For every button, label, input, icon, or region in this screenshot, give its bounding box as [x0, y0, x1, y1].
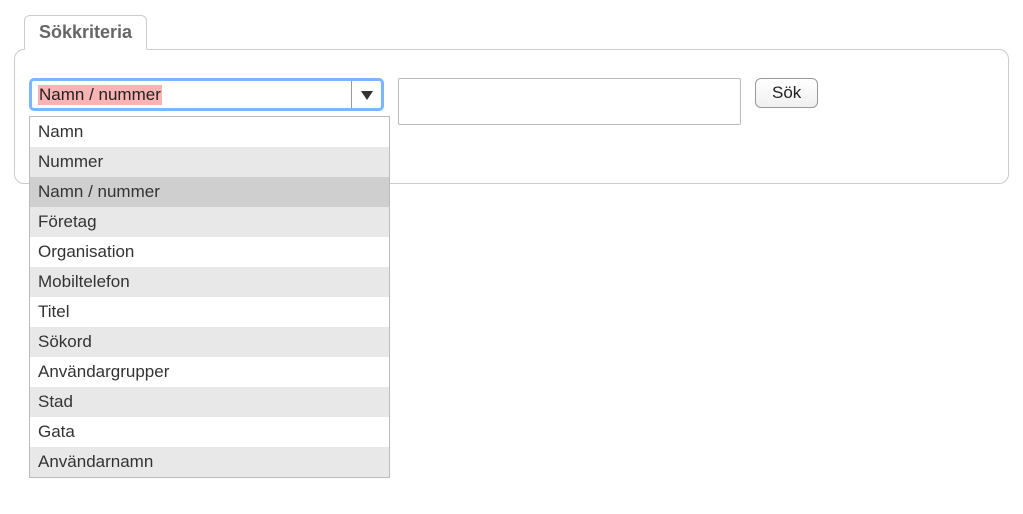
search-button[interactable]: Sök	[755, 78, 818, 108]
dropdown-item[interactable]: Företag	[30, 207, 389, 237]
tab-strip: Sökkriteria Namn / nummer Namn Numme	[14, 14, 1009, 184]
dropdown-item[interactable]: Organisation	[30, 237, 389, 267]
criteria-combo-value: Namn / nummer	[38, 85, 162, 105]
dropdown-item[interactable]: Mobiltelefon	[30, 267, 389, 297]
search-criteria-panel: Namn / nummer Namn Nummer Namn / nummer …	[14, 49, 1009, 184]
search-row: Namn / nummer Namn Nummer Namn / nummer …	[29, 78, 994, 125]
criteria-combo-input[interactable]: Namn / nummer	[29, 78, 384, 111]
dropdown-item[interactable]: Gata	[30, 417, 389, 447]
tab-label: Sökkriteria	[39, 22, 132, 42]
dropdown-item[interactable]: Användargrupper	[30, 357, 389, 387]
criteria-combo-trigger[interactable]	[351, 81, 381, 108]
tab-search-criteria[interactable]: Sökkriteria	[24, 15, 147, 50]
search-text-input[interactable]	[398, 78, 741, 125]
criteria-dropdown[interactable]: Namn Nummer Namn / nummer Företag Organi…	[29, 116, 390, 478]
dropdown-item[interactable]: Stad	[30, 387, 389, 417]
criteria-combo-text-wrap: Namn / nummer	[32, 81, 351, 108]
dropdown-item[interactable]: Titel	[30, 297, 389, 327]
dropdown-item[interactable]: Nummer	[30, 147, 389, 177]
dropdown-item[interactable]: Namn / nummer	[30, 177, 389, 207]
chevron-down-icon	[361, 85, 373, 105]
dropdown-item[interactable]: Sökord	[30, 327, 389, 357]
dropdown-item[interactable]: Namn	[30, 117, 389, 147]
search-button-label: Sök	[772, 83, 801, 102]
criteria-combo[interactable]: Namn / nummer Namn Nummer Namn / nummer …	[29, 78, 384, 111]
dropdown-item[interactable]: Användarnamn	[30, 447, 389, 477]
